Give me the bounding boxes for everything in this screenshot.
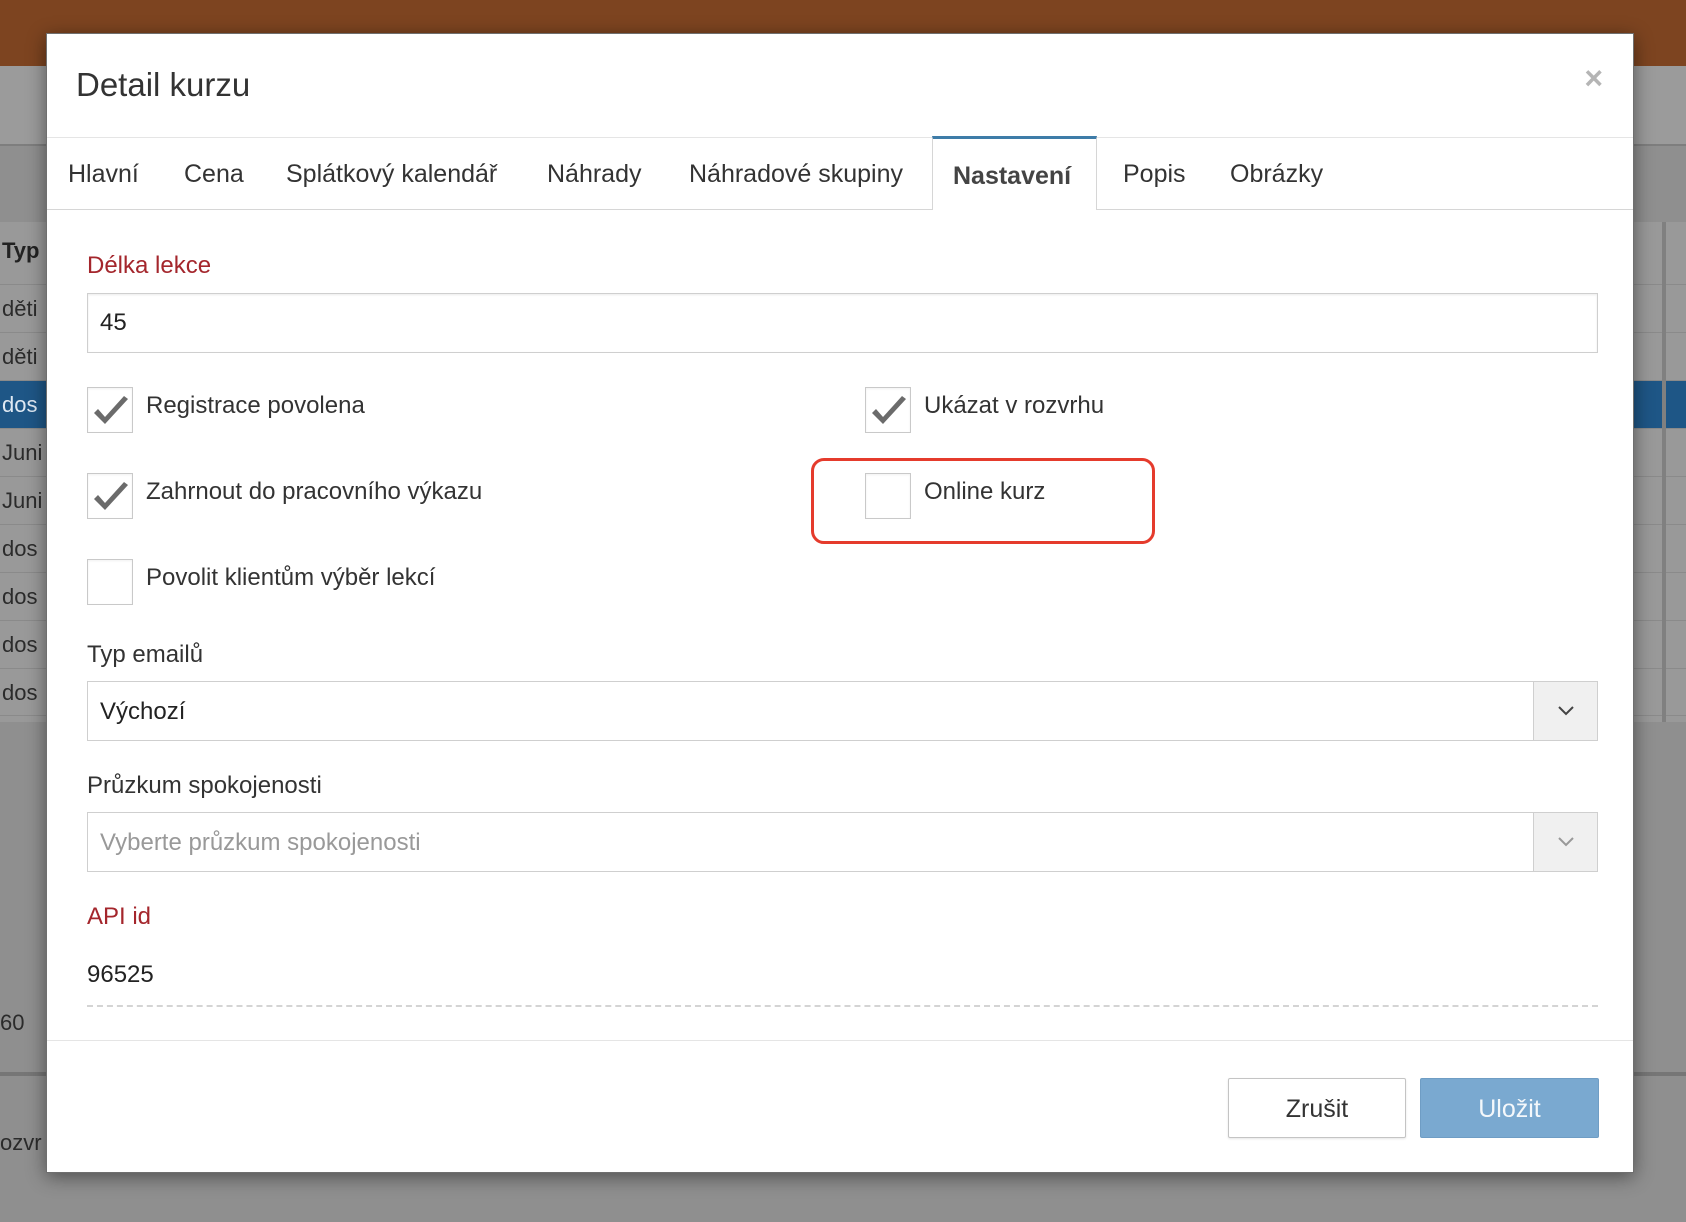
background-footer-text: ozvr — [0, 1130, 42, 1155]
email-type-label: Typ emailů — [87, 641, 204, 668]
modal-title: Detail kurzu — [76, 66, 251, 103]
tab-popis[interactable]: Popis — [1123, 138, 1186, 211]
chevron-down-icon — [1558, 837, 1574, 847]
modal-header: Detail kurzu × — [47, 34, 1633, 137]
checkbox-registration-allowed[interactable]: Registrace povolena — [87, 387, 365, 433]
checkmark-icon — [94, 482, 128, 510]
survey-select[interactable]: Vyberte průzkum spokojenosti — [87, 812, 1598, 872]
checkbox-label: Registrace povolena — [146, 392, 365, 419]
lesson-length-input[interactable] — [87, 293, 1598, 353]
background-footer-value: 60 — [0, 1010, 25, 1035]
checkbox-box[interactable] — [87, 387, 133, 433]
cancel-button[interactable]: Zrušit — [1228, 1078, 1406, 1138]
survey-label: Průzkum spokojenosti — [87, 772, 322, 799]
dropdown-toggle[interactable] — [1533, 813, 1597, 871]
api-id-label: API id — [87, 903, 152, 930]
tab-nahradove-skupiny[interactable]: Náhradové skupiny — [689, 138, 903, 211]
checkbox-allow-lesson-selection[interactable]: Povolit klientům výběr lekcí — [87, 559, 435, 605]
highlight-annotation — [811, 458, 1155, 544]
tab-bar: Hlavní Cena Splátkový kalendář Náhrady N… — [47, 136, 1633, 211]
tab-cena[interactable]: Cena — [184, 138, 244, 211]
dropdown-toggle[interactable] — [1533, 682, 1597, 740]
checkbox-box[interactable] — [87, 473, 133, 519]
checkmark-icon — [94, 396, 128, 424]
save-button[interactable]: Uložit — [1420, 1078, 1599, 1138]
tab-nahrady[interactable]: Náhrady — [547, 138, 642, 211]
select-placeholder: Vyberte průzkum spokojenosti — [100, 829, 421, 856]
dashed-divider — [87, 1005, 1598, 1007]
tab-hlavni[interactable]: Hlavní — [68, 138, 139, 211]
checkbox-label: Zahrnout do pracovního výkazu — [146, 478, 483, 505]
api-id-value: 96525 — [87, 961, 154, 988]
email-type-select[interactable]: Výchozí — [87, 681, 1598, 741]
tab-obrazky[interactable]: Obrázky — [1230, 138, 1323, 211]
select-value: Výchozí — [100, 698, 186, 725]
tab-nastaveni[interactable]: Nastavení — [932, 136, 1097, 210]
chevron-down-icon — [1558, 706, 1574, 716]
checkmark-icon — [872, 396, 906, 424]
checkbox-box[interactable] — [87, 559, 133, 605]
checkbox-label: Povolit klientům výběr lekcí — [146, 564, 436, 591]
checkbox-box[interactable] — [865, 387, 911, 433]
modal-footer-divider — [47, 1040, 1633, 1041]
checkbox-show-in-schedule[interactable]: Ukázat v rozvrhu — [865, 387, 1104, 433]
lesson-length-label: Délka lekce — [87, 252, 212, 279]
course-detail-modal: Detail kurzu × Hlavní Cena Splátkový kal… — [46, 33, 1634, 1173]
checkbox-label: Ukázat v rozvrhu — [924, 392, 1105, 419]
checkbox-include-in-worklog[interactable]: Zahrnout do pracovního výkazu — [87, 473, 482, 519]
tab-splatkovy-kalendar[interactable]: Splátkový kalendář — [286, 138, 497, 211]
close-icon[interactable]: × — [1584, 62, 1603, 94]
